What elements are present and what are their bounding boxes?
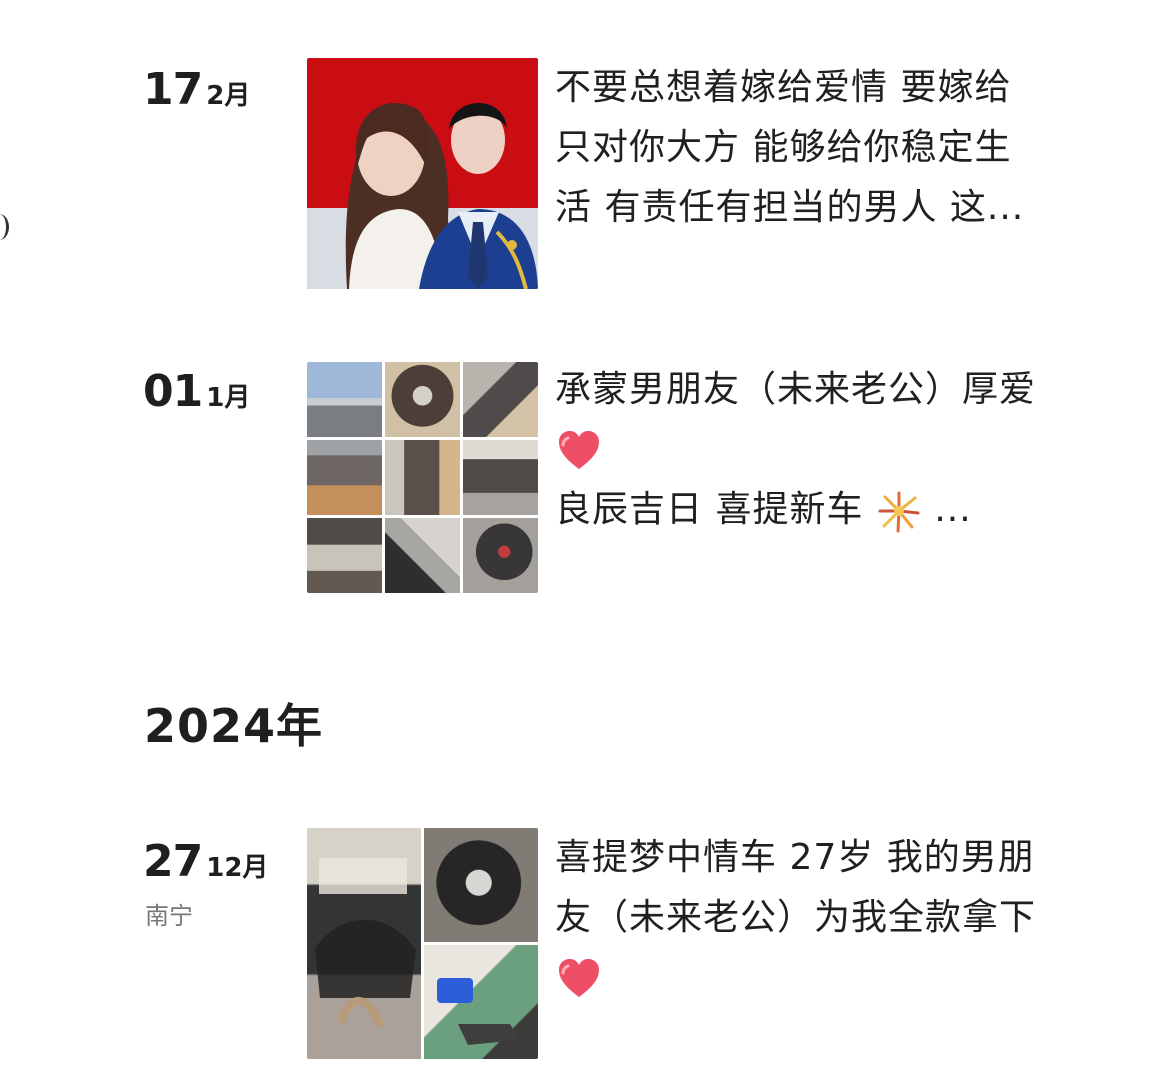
moments-timeline: 17 2月 不要总想着嫁给爱情 要嫁给 只对你大方 能够给你稳定生 活 有责任有… [0, 0, 1171, 1075]
photo-tile[interactable] [307, 362, 382, 437]
caption-line: 友（未来老公）为我全款拿下 [555, 897, 1037, 938]
post-caption[interactable]: 承蒙男朋友（未来老公）厚爱 良辰吉日 喜提新车 ... [555, 360, 1075, 540]
post-date: 01 1月 [143, 366, 250, 417]
caption-line: 不要总想着嫁给爱情 要嫁给 [555, 67, 1012, 108]
car-collage [307, 828, 538, 1059]
firework-icon [878, 491, 920, 533]
photo-tile[interactable] [424, 828, 538, 942]
photo-tile[interactable] [307, 828, 421, 1059]
caption-ellipsis: ... [934, 489, 972, 530]
post-date: 17 2月 [143, 64, 250, 115]
photo-tile[interactable] [463, 362, 538, 437]
wedding-photo-thumbnail[interactable] [307, 58, 538, 289]
photo-tile[interactable] [307, 440, 382, 515]
caption-text: 良辰吉日 喜提新车 [555, 489, 864, 530]
car-photo-grid-thumbnail[interactable] [307, 362, 538, 593]
car-collage-thumbnail[interactable] [307, 828, 538, 1059]
moment-post[interactable]: 01 1月 承蒙男朋友（未来老公）厚爱 良辰吉日 喜提新车 ... [0, 362, 1171, 606]
photo-tile[interactable] [385, 440, 460, 515]
post-month: 2月 [206, 81, 251, 111]
post-date: 27 12月 [143, 836, 268, 887]
post-caption[interactable]: 喜提梦中情车 27岁 我的男朋 友（未来老公）为我全款拿下 [555, 828, 1075, 1008]
caption-line: 活 有责任有担当的男人 这... [555, 187, 1025, 228]
caption-line [555, 948, 1075, 1008]
post-day: 27 [143, 836, 203, 887]
moment-post[interactable]: 17 2月 不要总想着嫁给爱情 要嫁给 只对你大方 能够给你稳定生 活 有责任有… [0, 58, 1171, 304]
heart-icon [559, 431, 599, 469]
caption-line: 良辰吉日 喜提新车 ... [555, 480, 1075, 540]
photo-tile[interactable] [463, 518, 538, 593]
car-interior-image [315, 858, 416, 1028]
car-photo-grid [307, 362, 538, 593]
caption-line: 喜提梦中情车 27岁 我的男朋 [555, 837, 1035, 878]
caption-line: 承蒙男朋友（未来老公）厚爱 [555, 369, 1037, 410]
caption-line [555, 420, 1075, 480]
heart-icon [559, 959, 599, 997]
post-caption[interactable]: 不要总想着嫁给爱情 要嫁给 只对你大方 能够给你稳定生 活 有责任有担当的男人 … [555, 58, 1075, 238]
post-month: 12月 [206, 853, 269, 883]
photo-tile[interactable] [385, 518, 460, 593]
photo-tile[interactable] [385, 362, 460, 437]
post-location: 南宁 [145, 902, 193, 930]
moment-post[interactable]: 27 12月 南宁 喜提梦中情车 27岁 我的男朋 友（未来老公）为我全款拿下 [0, 828, 1171, 1066]
car-key-image [437, 978, 520, 1045]
photo-tile[interactable] [307, 518, 382, 593]
caption-line: 只对你大方 能够给你稳定生 [555, 127, 1012, 168]
post-day: 01 [143, 366, 203, 417]
year-divider: 2024年 [144, 699, 324, 753]
wedding-photo [307, 58, 538, 289]
post-month: 1月 [206, 383, 251, 413]
photo-tile[interactable] [424, 945, 538, 1059]
photo-tile[interactable] [463, 440, 538, 515]
post-day: 17 [143, 64, 203, 115]
